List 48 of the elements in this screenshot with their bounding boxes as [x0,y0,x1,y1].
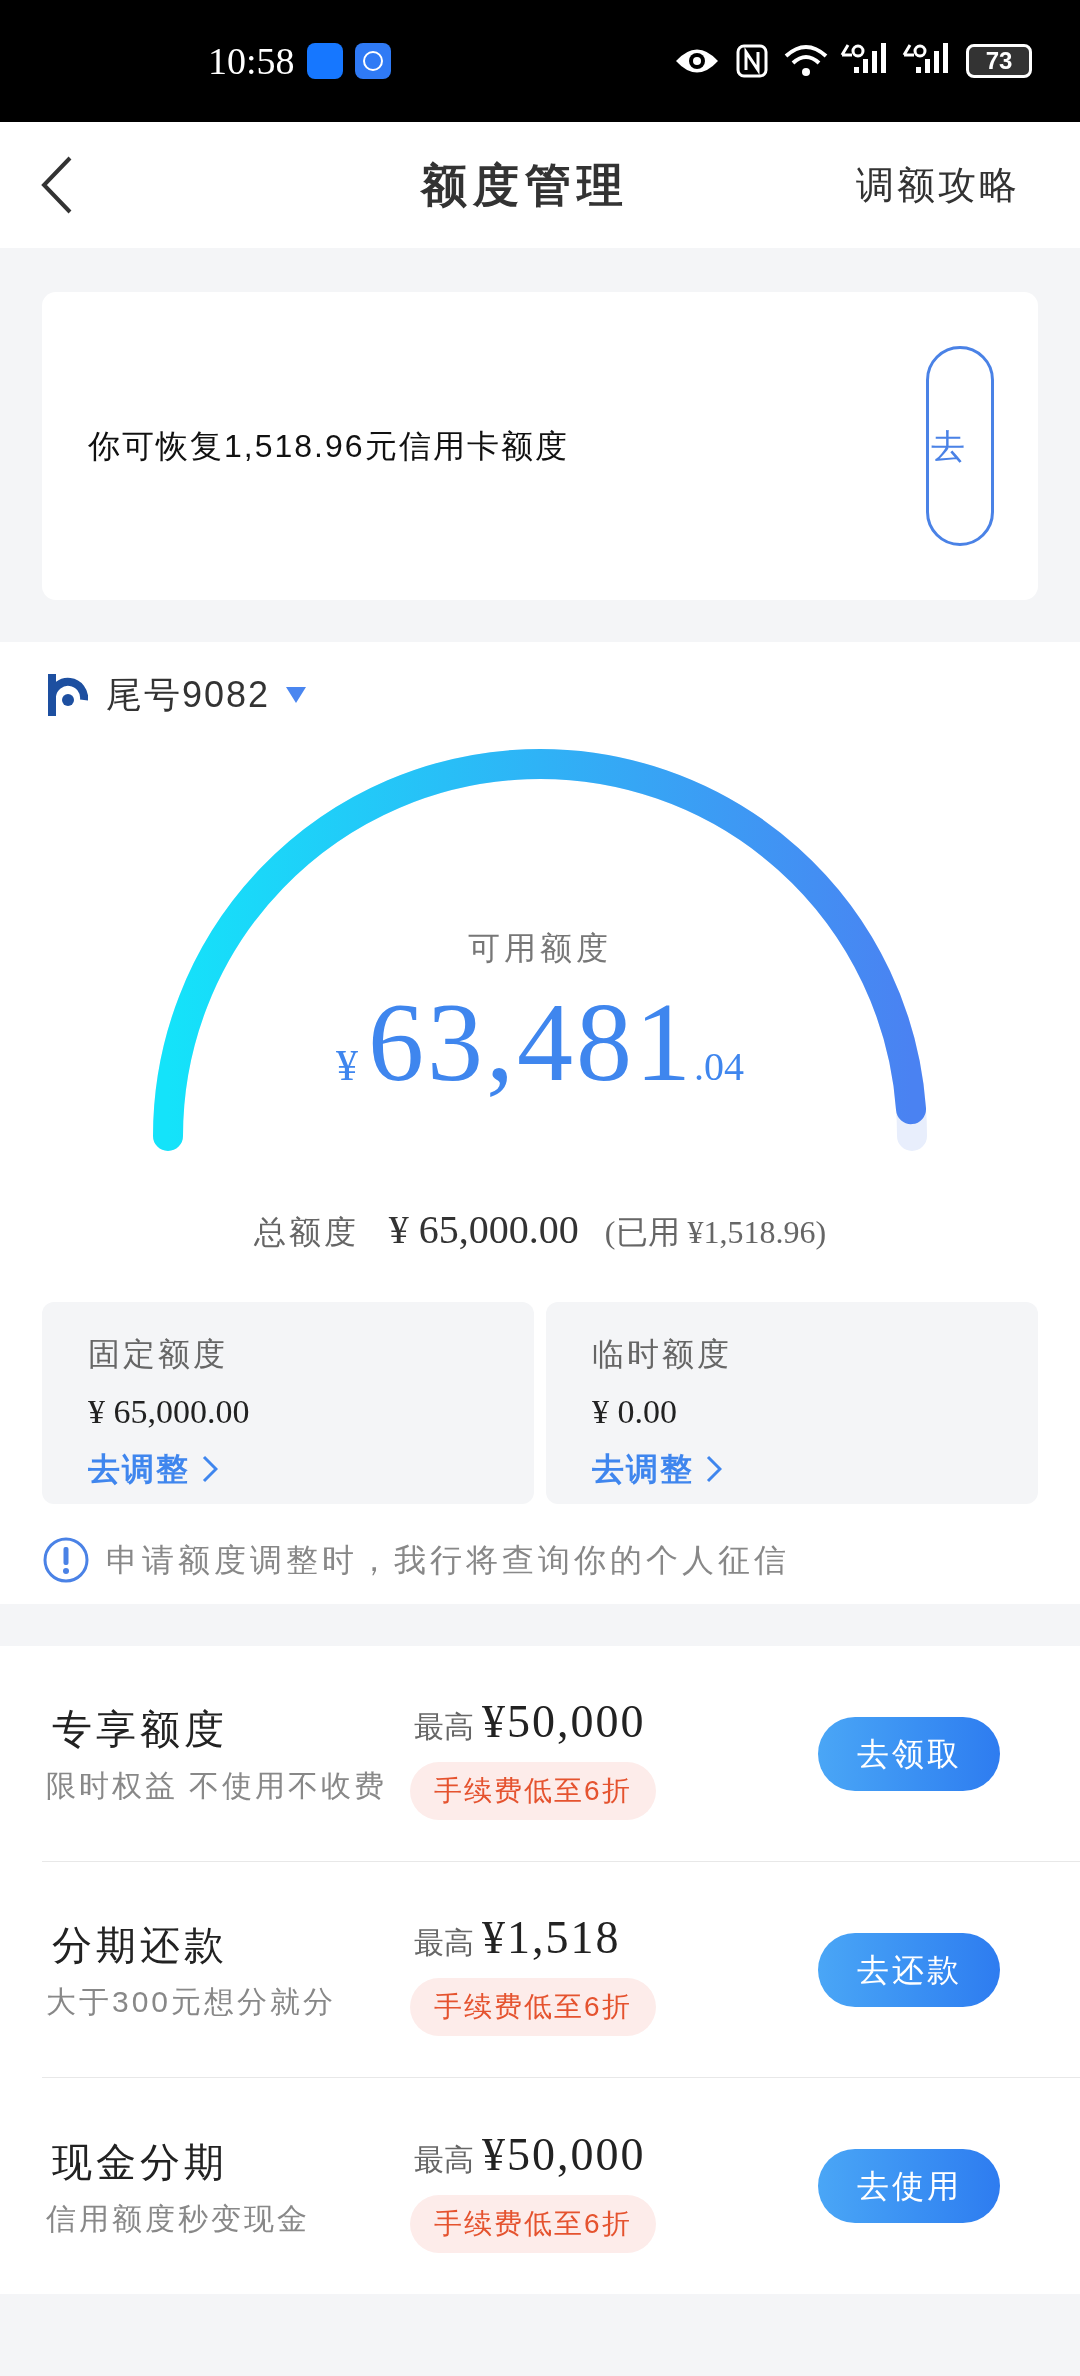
wifi-icon [784,44,828,78]
offer-button[interactable]: 去领取 [818,1716,1000,1791]
fee-discount-tag: 手续费低至6折 [410,1978,656,2036]
card-number[interactable]: 尾号9082 [106,668,271,722]
adjust-link[interactable]: 去调整 [88,1445,218,1493]
offer-title: 现金分期 [52,2138,229,2186]
available-amount: 63,481 [368,986,694,1098]
limit-title: 固定额度 [88,1335,228,1374]
limit-title: 临时额度 [592,1335,732,1374]
page-title: 额度管理 [419,157,630,213]
limit-amount: ¥ 65,000.00 [88,1392,250,1432]
offer-title: 分期还款 [52,1922,229,1969]
app-icon [306,43,343,79]
total-amount: ¥ 65,000.00 [388,1206,579,1254]
use-button[interactable]: 去 [926,346,994,546]
used-amount: (已用 ¥1,518.96) [604,1213,827,1252]
chevron-right-icon [202,1455,218,1483]
restore-text: 你可恢复1,518.96元信用卡额度 [88,427,570,466]
offer-button[interactable]: 去使用 [818,2149,1000,2223]
adjust-link[interactable]: 去调整 [592,1445,722,1493]
dropdown-caret-icon[interactable] [286,687,307,703]
total-label: 总额度 [253,1213,359,1252]
nfc-icon [736,44,768,78]
battery-indicator: 73 [966,44,1032,78]
max-label: 最高 [414,1925,474,1961]
back-icon[interactable] [40,156,74,214]
offer-subtitle: 大于300元想分就分 [46,1984,338,2020]
offer-amount: ¥50,000 [482,2127,646,2182]
offer-button[interactable]: 去还款 [818,1932,1000,2007]
adjust-guide-link[interactable]: 调额攻略 [856,156,1020,214]
chevron-right-icon [706,1455,722,1483]
limit-amount: ¥ 0.00 [592,1392,677,1432]
offer-title: 专享额度 [52,1706,229,1753]
currency-symbol: ¥ [336,1040,358,1092]
max-label: 最高 [414,2141,474,2178]
status-time: 10:58 [208,38,295,84]
info-icon [42,1536,90,1584]
offer-amount: ¥50,000 [482,1695,646,1749]
available-label: 可用额度 [468,929,612,968]
app-icon [354,43,391,79]
max-label: 最高 [414,1709,474,1745]
offer-subtitle: 信用额度秒变现金 [46,2200,311,2237]
offer-subtitle: 限时权益 不使用不收费 [46,1768,389,1804]
available-decimal: .04 [694,1043,744,1091]
credit-check-notice: 申请额度调整时，我行将查询你的个人征信 [106,1541,790,1580]
offer-amount: ¥1,518 [482,1911,621,1965]
fee-discount-tag: 手续费低至6折 [410,2194,656,2253]
fee-discount-tag: 手续费低至6折 [410,1762,656,1820]
